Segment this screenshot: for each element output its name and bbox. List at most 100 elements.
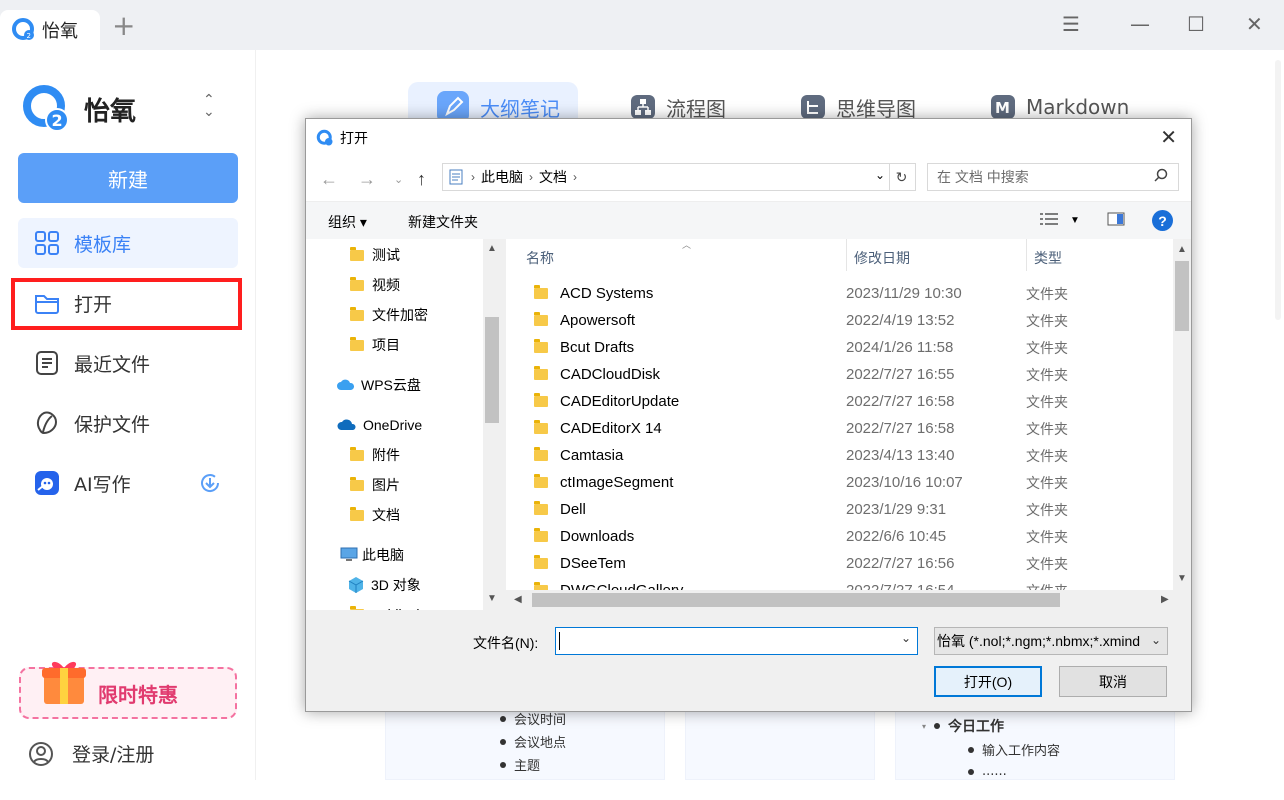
organize-menu[interactable]: 组织 ▾ — [328, 212, 367, 232]
column-header-name[interactable]: 名称 — [506, 239, 846, 277]
up-arrow-icon[interactable]: ↑ — [417, 169, 426, 190]
view-dropdown-icon[interactable]: ▼ — [1070, 215, 1080, 226]
minimize-icon[interactable]: — — [1130, 12, 1150, 36]
preview-pane-icon[interactable] — [1107, 212, 1125, 229]
workspace-switch-icon[interactable]: ⌃ ⌄ — [203, 93, 215, 119]
scroll-up-icon[interactable]: ▲ — [487, 243, 497, 254]
breadcrumb-documents[interactable]: 文档 — [539, 167, 567, 187]
tree-item-this-pc[interactable]: 此电脑 — [340, 544, 404, 566]
tree-item[interactable]: 视频 — [350, 274, 400, 296]
folder-icon — [534, 285, 548, 299]
scrollbar-thumb[interactable] — [532, 593, 1060, 607]
filter-dropdown-icon[interactable]: ⌄ — [1147, 633, 1161, 647]
page-scrollbar[interactable] — [1275, 60, 1281, 320]
download-icon[interactable] — [198, 471, 222, 499]
login-link[interactable]: 登录/注册 — [28, 740, 154, 767]
file-row[interactable]: CADEditorX 14 2022/7/27 16:58 文件夹 — [526, 415, 1171, 442]
scroll-right-icon[interactable]: ▶ — [1161, 594, 1169, 605]
file-type-filter[interactable]: 怡氧 (*.nol;*.ngm;*.nbmx;*.xmind ⌄ — [934, 627, 1168, 655]
sidebar-item-recent[interactable]: 最近文件 — [18, 338, 238, 388]
folder-icon — [534, 528, 548, 542]
file-row[interactable]: Bcut Drafts 2024/1/26 11:58 文件夹 — [526, 334, 1171, 361]
scrollbar-thumb[interactable] — [485, 317, 499, 423]
folder-icon — [350, 506, 364, 521]
folder-icon — [534, 474, 548, 488]
dialog-title-bar: 打开 — [306, 119, 1191, 157]
file-row[interactable]: ACD Systems 2023/11/29 10:30 文件夹 — [526, 280, 1171, 307]
recent-locations-icon[interactable]: ⌄ — [394, 173, 403, 186]
sidebar-item-templates[interactable]: 模板库 — [18, 218, 238, 268]
file-list-vscrollbar[interactable]: ▲ ▼ — [1173, 239, 1191, 590]
tab-label: Markdown — [1026, 95, 1130, 119]
forward-arrow-icon[interactable]: → — [358, 169, 376, 190]
recent-doc-icon — [34, 350, 60, 376]
column-header-date[interactable]: 修改日期 — [834, 239, 1014, 277]
address-bar[interactable]: › 此电脑 › 文档 › ⌄ ↻ — [442, 163, 916, 191]
dialog-title: 打开 — [340, 130, 368, 146]
file-list-hscrollbar[interactable]: ◀ ▶ — [506, 590, 1191, 610]
file-row[interactable]: CADEditorUpdate 2022/7/27 16:58 文件夹 — [526, 388, 1171, 415]
refresh-icon[interactable]: ↻ — [889, 164, 913, 190]
file-row[interactable]: Downloads 2022/6/6 10:45 文件夹 — [526, 523, 1171, 550]
search-icon — [1154, 168, 1168, 185]
folder-icon — [350, 306, 364, 321]
dialog-footer: 文件名(N): ⌄ 怡氧 (*.nol;*.ngm;*.nbmx;*.xmind… — [306, 610, 1191, 711]
cancel-button[interactable]: 取消 — [1059, 666, 1167, 697]
back-arrow-icon[interactable]: ← — [320, 169, 338, 190]
tree-item[interactable]: 文件加密 — [350, 304, 428, 326]
breadcrumb-this-pc[interactable]: 此电脑 — [481, 167, 523, 187]
scroll-down-icon[interactable]: ▼ — [487, 593, 497, 604]
filename-input[interactable]: ⌄ — [555, 627, 918, 655]
file-row[interactable]: CADCloudDisk 2022/7/27 16:55 文件夹 — [526, 361, 1171, 388]
scrollbar-thumb[interactable] — [1175, 261, 1189, 331]
dialog-close-icon[interactable]: ✕ — [1160, 128, 1177, 148]
folder-icon — [534, 312, 548, 326]
search-input[interactable]: 在 文档 中搜索 — [927, 163, 1179, 191]
tree-item-onedrive[interactable]: OneDrive — [337, 414, 422, 436]
scroll-down-icon[interactable]: ▼ — [1177, 573, 1187, 584]
app-tab[interactable]: 2 怡氧 — [0, 10, 100, 50]
tree-item[interactable]: 附件 — [350, 444, 400, 466]
tree-item[interactable]: 文档 — [350, 504, 400, 526]
address-row: ← → ⌄ ↑ › 此电脑 › 文档 › ⌄ ↻ 在 文档 中搜索 — [306, 157, 1191, 201]
sidebar-item-protect[interactable]: 保护文件 — [18, 398, 238, 448]
open-button[interactable]: 打开(O) — [934, 666, 1042, 697]
tree-item-wps-cloud[interactable]: WPS云盘 — [337, 374, 421, 396]
gift-icon — [40, 656, 88, 710]
template-card[interactable] — [685, 700, 875, 780]
address-dropdown-icon[interactable]: ⌄ — [875, 168, 885, 182]
app-logo-icon — [316, 129, 333, 146]
column-header-type[interactable]: 类型 — [1014, 239, 1154, 277]
file-row[interactable]: DSeeTem 2022/7/27 16:56 文件夹 — [526, 550, 1171, 577]
scroll-left-icon[interactable]: ◀ — [514, 594, 522, 605]
file-row[interactable]: ctImageSegment 2023/10/16 10:07 文件夹 — [526, 469, 1171, 496]
close-icon[interactable]: ✕ — [1246, 12, 1263, 36]
tree-item[interactable]: 项目 — [350, 334, 400, 356]
open-highlight-box — [11, 278, 242, 330]
tree-item[interactable]: 测试 — [350, 244, 400, 266]
menu-icon[interactable]: ☰ — [1062, 12, 1080, 36]
file-row[interactable]: Camtasia 2023/4/13 13:40 文件夹 — [526, 442, 1171, 469]
title-bar: 2 怡氧 + ☰ — ☐ ✕ — [0, 0, 1284, 50]
tree-item[interactable]: 图片 — [350, 474, 400, 496]
add-tab-button[interactable]: + — [112, 12, 135, 40]
maximize-icon[interactable]: ☐ — [1187, 12, 1205, 36]
new-button[interactable]: 新建 — [18, 153, 238, 203]
help-icon[interactable]: ? — [1152, 210, 1173, 231]
navigation-scrollbar[interactable]: ▲ ▼ — [483, 239, 501, 610]
tree-item-3d-objects[interactable]: 3D 对象 — [347, 574, 421, 596]
preview-item: 输入工作内容 — [968, 740, 1060, 759]
tree-item[interactable]: public_l — [350, 603, 419, 610]
filename-dropdown-icon[interactable]: ⌄ — [901, 631, 911, 645]
sidebar-item-label: AI写作 — [74, 473, 131, 496]
folder-icon — [534, 555, 548, 569]
file-row[interactable]: Apowersoft 2022/4/19 13:52 文件夹 — [526, 307, 1171, 334]
file-row[interactable]: Dell 2023/1/29 9:31 文件夹 — [526, 496, 1171, 523]
ai-write-icon — [34, 470, 60, 496]
computer-icon — [340, 547, 358, 561]
view-options-icon[interactable] — [1039, 212, 1059, 229]
brand-logo-icon: 2 — [23, 85, 69, 132]
new-folder-button[interactable]: 新建文件夹 — [408, 212, 478, 232]
scroll-up-icon[interactable]: ▲ — [1177, 244, 1187, 255]
template-grid-icon — [34, 230, 60, 256]
